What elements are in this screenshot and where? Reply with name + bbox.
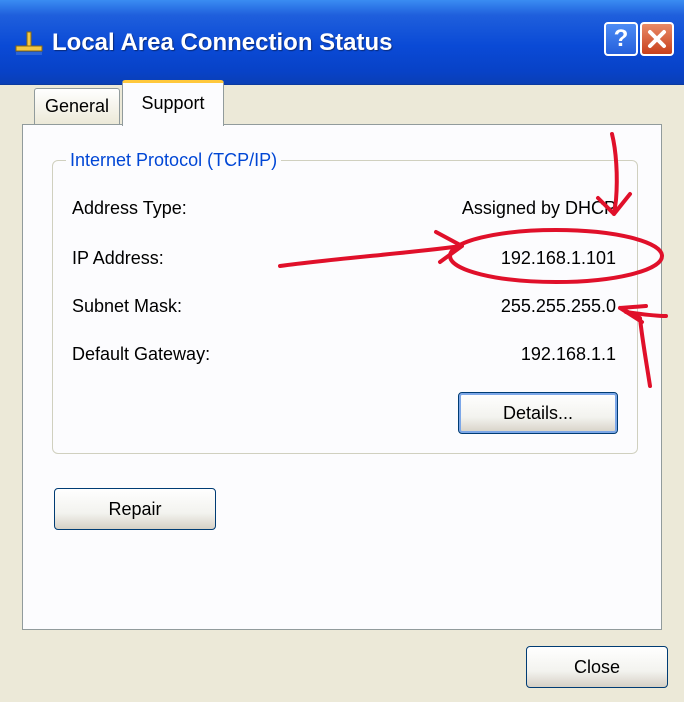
address-type-label: Address Type: [72, 198, 187, 218]
default-gateway-value: 192.168.1.1 [520, 344, 616, 364]
close-icon [648, 30, 666, 48]
dialog-window: Local Area Connection Status ? General S… [0, 0, 684, 702]
close-button-label: Close [573, 656, 621, 677]
help-button[interactable]: ? [604, 22, 638, 56]
groupbox-title: Internet Protocol (TCP/IP) [66, 148, 282, 172]
close-button[interactable]: Close [526, 646, 668, 688]
tab-general-label: General [44, 96, 110, 116]
network-connection-icon [15, 31, 43, 55]
window-title: Local Area Connection Status [52, 29, 393, 56]
repair-button-label: Repair [108, 498, 162, 519]
default-gateway-label: Default Gateway: [72, 344, 211, 364]
close-window-button[interactable] [640, 22, 674, 56]
help-icon: ? [613, 25, 629, 52]
title-bar[interactable]: Local Area Connection Status ? [0, 0, 684, 85]
tab-general[interactable]: General [34, 88, 120, 124]
address-type-value: Assigned by DHCP [461, 198, 616, 218]
subnet-mask-label: Subnet Mask: [72, 296, 183, 316]
subnet-mask-value: 255.255.255.0 [500, 296, 616, 316]
repair-button[interactable]: Repair [54, 488, 216, 530]
details-button[interactable]: Details... [458, 392, 618, 434]
tab-support-label: Support [141, 93, 205, 113]
tab-support[interactable]: Support [122, 80, 224, 126]
ip-address-value: 192.168.1.101 [500, 248, 616, 268]
ip-address-label: IP Address: [72, 248, 164, 268]
details-button-label: Details... [502, 402, 574, 423]
